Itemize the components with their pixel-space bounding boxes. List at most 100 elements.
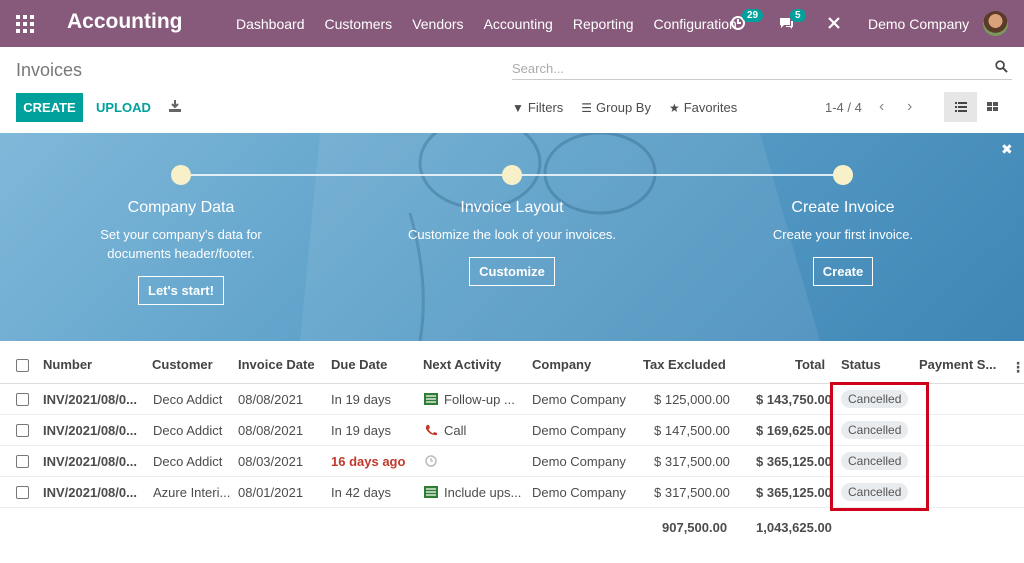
activity-count-badge: 29 — [742, 8, 764, 22]
step-invoice-layout: Invoice Layout Customize the look of you… — [392, 199, 632, 286]
pager-value[interactable]: 1-4 / 4 — [825, 100, 862, 115]
grand-total: 1,043,625.00 — [756, 520, 832, 535]
search-icon[interactable] — [995, 60, 1008, 73]
column-next-activity[interactable]: Next Activity — [423, 357, 501, 372]
app-title[interactable]: Accounting — [67, 10, 183, 34]
messages-chat-icon[interactable]: 5 — [778, 8, 806, 33]
total-amount: $ 143,750.00 — [756, 392, 832, 407]
invoice-date: 08/08/2021 — [238, 392, 304, 407]
search-input[interactable] — [512, 58, 982, 78]
create-invoice-button[interactable]: Create — [812, 257, 874, 286]
select-all-checkbox[interactable] — [16, 359, 29, 372]
invoice-number: INV/2021/08/0... — [43, 392, 137, 407]
breadcrumb-title: Invoices — [16, 60, 83, 80]
activity-summary: Follow-up ... — [444, 392, 515, 407]
invoice-number: INV/2021/08/0... — [43, 423, 137, 438]
tax-excluded: $ 317,500.00 — [654, 454, 730, 469]
favorites-dropdown[interactable]: ★ Favorites — [669, 100, 737, 115]
due-date: In 19 days — [331, 392, 391, 407]
column-tax-excluded[interactable]: Tax Excluded — [643, 357, 726, 372]
step-title: Create Invoice — [791, 199, 895, 216]
invoice-date: 08/08/2021 — [238, 423, 304, 438]
customer-name: Deco Addict — [153, 392, 223, 407]
user-avatar[interactable] — [983, 11, 1008, 36]
column-number[interactable]: Number — [43, 357, 92, 372]
tax-excluded: $ 147,500.00 — [654, 423, 730, 438]
row-checkbox[interactable] — [16, 486, 29, 499]
customer-name: Azure Interi... — [153, 485, 231, 500]
company-name: Demo Company — [532, 454, 626, 469]
chevron-left-icon[interactable]: ‹ — [879, 98, 884, 116]
lets-start-button[interactable]: Let's start! — [138, 276, 224, 305]
favorites-label: Favorites — [683, 100, 738, 115]
group-by-label: Group By — [596, 100, 651, 115]
menu-dashboard[interactable]: Dashboard — [226, 16, 315, 32]
due-date: In 19 days — [331, 423, 391, 438]
due-date: In 42 days — [331, 485, 391, 500]
activity-summary: Call — [444, 423, 467, 438]
messages-count-badge: 5 — [790, 8, 806, 22]
column-due-date[interactable]: Due Date — [331, 357, 387, 372]
company-name: Demo Company — [532, 392, 626, 407]
tax-excluded: $ 125,000.00 — [654, 392, 730, 407]
bars-icon: ☰ — [581, 100, 593, 115]
total-amount: $ 365,125.00 — [756, 485, 832, 500]
activity-clock-icon[interactable]: 29 — [730, 8, 764, 33]
next-activity[interactable]: Call — [424, 423, 524, 438]
kanban-view-icon — [987, 102, 998, 111]
column-status[interactable]: Status — [841, 357, 881, 372]
total-amount: $ 365,125.00 — [756, 454, 832, 469]
tax-excluded: $ 317,500.00 — [654, 485, 730, 500]
column-company[interactable]: Company — [532, 357, 591, 372]
search-box — [512, 56, 1012, 80]
create-button[interactable]: CREATE — [16, 93, 83, 122]
search-options: ▼ Filters ☰ Group By ★ Favorites — [512, 100, 755, 115]
company-name: Demo Company — [532, 485, 626, 500]
filters-dropdown[interactable]: ▼ Filters — [512, 100, 563, 115]
column-total[interactable]: Total — [795, 357, 825, 372]
next-activity[interactable] — [424, 454, 524, 469]
kanban-view-button[interactable] — [978, 92, 1008, 122]
column-invoice-date[interactable]: Invoice Date — [238, 357, 315, 372]
download-icon[interactable] — [168, 99, 182, 113]
menu-vendors[interactable]: Vendors — [402, 16, 473, 32]
filter-icon: ▼ — [512, 100, 524, 115]
total-amount: $ 169,625.00 — [756, 423, 832, 438]
filters-label: Filters — [527, 100, 564, 115]
list-view-button[interactable] — [944, 92, 977, 122]
step-description-line-2: documents header/footer. — [107, 246, 255, 261]
apps-menu-icon[interactable] — [16, 15, 34, 33]
systray: 29 5 Demo Company — [730, 0, 969, 47]
column-payment-status[interactable]: Payment S... — [919, 357, 996, 372]
invoice-number: INV/2021/08/0... — [43, 454, 137, 469]
tools-icon[interactable] — [826, 15, 844, 33]
phone-icon — [425, 425, 437, 436]
menu-reporting[interactable]: Reporting — [563, 16, 644, 32]
step-create-invoice: Create Invoice Create your first invoice… — [723, 199, 963, 286]
menu-accounting[interactable]: Accounting — [474, 16, 563, 32]
row-checkbox[interactable] — [16, 455, 29, 468]
clock-icon — [425, 455, 437, 467]
table-header: Number Customer Invoice Date Due Date Ne… — [0, 348, 1024, 384]
step-description: Customize the look of your invoices. — [407, 227, 617, 242]
next-activity[interactable]: Follow-up ... — [424, 392, 524, 407]
next-activity[interactable]: Include ups... — [424, 485, 524, 500]
customize-button[interactable]: Customize — [469, 257, 555, 286]
step-company-data: Company Data Set your company's data for… — [61, 199, 301, 305]
menu-customers[interactable]: Customers — [315, 16, 403, 32]
column-customer[interactable]: Customer — [152, 357, 213, 372]
chevron-right-icon[interactable]: › — [907, 98, 912, 116]
step-description: Set your company's data for documents he… — [61, 225, 301, 263]
group-by-dropdown[interactable]: ☰ Group By — [581, 100, 651, 115]
invoice-date: 08/03/2021 — [238, 454, 304, 469]
company-switcher[interactable]: Demo Company — [868, 16, 969, 32]
row-checkbox[interactable] — [16, 393, 29, 406]
step-dot-1 — [171, 165, 191, 185]
close-banner-icon[interactable]: ✖ — [1001, 141, 1013, 158]
row-checkbox[interactable] — [16, 424, 29, 437]
customer-name: Deco Addict — [153, 454, 223, 469]
optional-columns-icon[interactable]: ⋮ — [1011, 359, 1024, 376]
onboarding-banner: ✖ Company Data Set your company's data f… — [0, 133, 1024, 341]
upload-button[interactable]: UPLOAD — [96, 100, 151, 115]
top-navbar: Accounting Dashboard Customers Vendors A… — [0, 0, 1024, 47]
